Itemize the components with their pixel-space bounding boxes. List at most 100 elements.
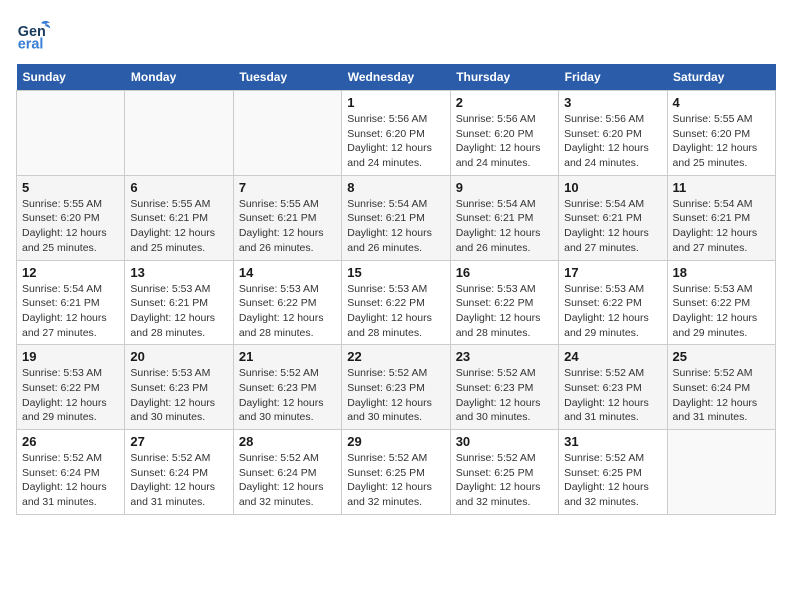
week-row-1: 1 Sunrise: 5:56 AM Sunset: 6:20 PM Daylig… bbox=[17, 91, 776, 176]
calendar-cell: 24 Sunrise: 5:52 AM Sunset: 6:23 PM Dayli… bbox=[559, 345, 667, 430]
calendar-cell: 5 Sunrise: 5:55 AM Sunset: 6:20 PM Daylig… bbox=[17, 175, 125, 260]
day-number: 30 bbox=[456, 434, 553, 449]
weekday-header-row: Sunday Monday Tuesday Wednesday Thursday… bbox=[17, 64, 776, 91]
day-info: Sunrise: 5:55 AM Sunset: 6:20 PM Dayligh… bbox=[673, 112, 770, 171]
day-info: Sunrise: 5:52 AM Sunset: 6:25 PM Dayligh… bbox=[564, 451, 661, 510]
day-number: 5 bbox=[22, 180, 119, 195]
col-saturday: Saturday bbox=[667, 64, 775, 91]
calendar-cell: 23Sunrise: 5:52 AM Sunset: 6:23 PM Dayli… bbox=[450, 345, 558, 430]
day-number: 26 bbox=[22, 434, 119, 449]
day-info: Sunrise: 5:54 AM Sunset: 6:21 PM Dayligh… bbox=[456, 197, 553, 256]
calendar-cell: 6 Sunrise: 5:55 AM Sunset: 6:21 PM Daylig… bbox=[125, 175, 233, 260]
calendar-cell bbox=[17, 91, 125, 176]
day-info: Sunrise: 5:53 AM Sunset: 6:22 PM Dayligh… bbox=[673, 282, 770, 341]
calendar-cell: 13 Sunrise: 5:53 AM Sunset: 6:21 PM Dayli… bbox=[125, 260, 233, 345]
calendar-cell: 4 Sunrise: 5:55 AM Sunset: 6:20 PM Daylig… bbox=[667, 91, 775, 176]
calendar-cell bbox=[667, 430, 775, 515]
calendar-cell: 16Sunrise: 5:53 AM Sunset: 6:22 PM Dayli… bbox=[450, 260, 558, 345]
col-friday: Friday bbox=[559, 64, 667, 91]
logo: Gen eral bbox=[16, 16, 54, 52]
day-number: 21 bbox=[239, 349, 336, 364]
day-number: 8 bbox=[347, 180, 444, 195]
day-number: 13 bbox=[130, 265, 227, 280]
calendar-cell: 30 Sunrise: 5:52 AM Sunset: 6:25 PM Dayli… bbox=[450, 430, 558, 515]
calendar-cell: 22 Sunrise: 5:52 AM Sunset: 6:23 PM Dayli… bbox=[342, 345, 450, 430]
day-number: 18 bbox=[673, 265, 770, 280]
day-info: Sunrise: 5:55 AM Sunset: 6:21 PM Dayligh… bbox=[239, 197, 336, 256]
week-row-4: 19 Sunrise: 5:53 AM Sunset: 6:22 PM Dayli… bbox=[17, 345, 776, 430]
calendar-table: Sunday Monday Tuesday Wednesday Thursday… bbox=[16, 64, 776, 515]
calendar-cell: 29 Sunrise: 5:52 AM Sunset: 6:25 PM Dayli… bbox=[342, 430, 450, 515]
day-number: 7 bbox=[239, 180, 336, 195]
day-number: 14 bbox=[239, 265, 336, 280]
calendar-cell: 10 Sunrise: 5:54 AM Sunset: 6:21 PM Dayli… bbox=[559, 175, 667, 260]
calendar-cell bbox=[125, 91, 233, 176]
day-number: 2 bbox=[456, 95, 553, 110]
day-info: Sunrise: 5:54 AM Sunset: 6:21 PM Dayligh… bbox=[347, 197, 444, 256]
day-info: Sunrise: 5:53 AM Sunset: 6:21 PM Dayligh… bbox=[130, 282, 227, 341]
calendar-cell: 9 Sunrise: 5:54 AM Sunset: 6:21 PM Daylig… bbox=[450, 175, 558, 260]
day-number: 4 bbox=[673, 95, 770, 110]
week-row-3: 12Sunrise: 5:54 AM Sunset: 6:21 PM Dayli… bbox=[17, 260, 776, 345]
day-info: Sunrise: 5:54 AM Sunset: 6:21 PM Dayligh… bbox=[673, 197, 770, 256]
day-number: 1 bbox=[347, 95, 444, 110]
calendar-cell: 11Sunrise: 5:54 AM Sunset: 6:21 PM Dayli… bbox=[667, 175, 775, 260]
calendar-cell: 19 Sunrise: 5:53 AM Sunset: 6:22 PM Dayli… bbox=[17, 345, 125, 430]
calendar-cell: 21 Sunrise: 5:52 AM Sunset: 6:23 PM Dayli… bbox=[233, 345, 341, 430]
day-number: 27 bbox=[130, 434, 227, 449]
calendar-cell: 8 Sunrise: 5:54 AM Sunset: 6:21 PM Daylig… bbox=[342, 175, 450, 260]
calendar-cell: 27 Sunrise: 5:52 AM Sunset: 6:24 PM Dayli… bbox=[125, 430, 233, 515]
day-number: 29 bbox=[347, 434, 444, 449]
day-number: 31 bbox=[564, 434, 661, 449]
calendar-cell bbox=[233, 91, 341, 176]
day-info: Sunrise: 5:56 AM Sunset: 6:20 PM Dayligh… bbox=[456, 112, 553, 171]
calendar-cell: 14 Sunrise: 5:53 AM Sunset: 6:22 PM Dayli… bbox=[233, 260, 341, 345]
calendar-cell: 31 Sunrise: 5:52 AM Sunset: 6:25 PM Dayli… bbox=[559, 430, 667, 515]
day-info: Sunrise: 5:52 AM Sunset: 6:25 PM Dayligh… bbox=[456, 451, 553, 510]
col-sunday: Sunday bbox=[17, 64, 125, 91]
day-info: Sunrise: 5:52 AM Sunset: 6:24 PM Dayligh… bbox=[130, 451, 227, 510]
calendar-cell: 28Sunrise: 5:52 AM Sunset: 6:24 PM Dayli… bbox=[233, 430, 341, 515]
day-number: 10 bbox=[564, 180, 661, 195]
day-info: Sunrise: 5:52 AM Sunset: 6:23 PM Dayligh… bbox=[239, 366, 336, 425]
week-row-2: 5 Sunrise: 5:55 AM Sunset: 6:20 PM Daylig… bbox=[17, 175, 776, 260]
page-header: Gen eral bbox=[16, 16, 776, 52]
day-number: 19 bbox=[22, 349, 119, 364]
day-info: Sunrise: 5:53 AM Sunset: 6:22 PM Dayligh… bbox=[239, 282, 336, 341]
day-info: Sunrise: 5:53 AM Sunset: 6:22 PM Dayligh… bbox=[564, 282, 661, 341]
day-info: Sunrise: 5:52 AM Sunset: 6:24 PM Dayligh… bbox=[239, 451, 336, 510]
day-info: Sunrise: 5:52 AM Sunset: 6:24 PM Dayligh… bbox=[22, 451, 119, 510]
day-info: Sunrise: 5:52 AM Sunset: 6:25 PM Dayligh… bbox=[347, 451, 444, 510]
day-number: 6 bbox=[130, 180, 227, 195]
day-info: Sunrise: 5:52 AM Sunset: 6:23 PM Dayligh… bbox=[347, 366, 444, 425]
day-number: 24 bbox=[564, 349, 661, 364]
calendar-cell: 2 Sunrise: 5:56 AM Sunset: 6:20 PM Daylig… bbox=[450, 91, 558, 176]
calendar-cell: 12Sunrise: 5:54 AM Sunset: 6:21 PM Dayli… bbox=[17, 260, 125, 345]
calendar-cell: 7 Sunrise: 5:55 AM Sunset: 6:21 PM Daylig… bbox=[233, 175, 341, 260]
day-info: Sunrise: 5:53 AM Sunset: 6:22 PM Dayligh… bbox=[347, 282, 444, 341]
col-monday: Monday bbox=[125, 64, 233, 91]
day-info: Sunrise: 5:55 AM Sunset: 6:20 PM Dayligh… bbox=[22, 197, 119, 256]
calendar-cell: 3 Sunrise: 5:56 AM Sunset: 6:20 PM Daylig… bbox=[559, 91, 667, 176]
logo-icon: Gen eral bbox=[16, 16, 52, 52]
day-info: Sunrise: 5:54 AM Sunset: 6:21 PM Dayligh… bbox=[564, 197, 661, 256]
day-info: Sunrise: 5:55 AM Sunset: 6:21 PM Dayligh… bbox=[130, 197, 227, 256]
day-number: 22 bbox=[347, 349, 444, 364]
day-info: Sunrise: 5:53 AM Sunset: 6:23 PM Dayligh… bbox=[130, 366, 227, 425]
day-number: 25 bbox=[673, 349, 770, 364]
day-number: 9 bbox=[456, 180, 553, 195]
day-info: Sunrise: 5:53 AM Sunset: 6:22 PM Dayligh… bbox=[22, 366, 119, 425]
day-info: Sunrise: 5:52 AM Sunset: 6:23 PM Dayligh… bbox=[564, 366, 661, 425]
day-info: Sunrise: 5:56 AM Sunset: 6:20 PM Dayligh… bbox=[564, 112, 661, 171]
day-number: 15 bbox=[347, 265, 444, 280]
col-thursday: Thursday bbox=[450, 64, 558, 91]
calendar-cell: 25 Sunrise: 5:52 AM Sunset: 6:24 PM Dayli… bbox=[667, 345, 775, 430]
week-row-5: 26 Sunrise: 5:52 AM Sunset: 6:24 PM Dayli… bbox=[17, 430, 776, 515]
day-number: 16 bbox=[456, 265, 553, 280]
calendar-cell: 1 Sunrise: 5:56 AM Sunset: 6:20 PM Daylig… bbox=[342, 91, 450, 176]
day-info: Sunrise: 5:56 AM Sunset: 6:20 PM Dayligh… bbox=[347, 112, 444, 171]
svg-text:eral: eral bbox=[18, 36, 44, 52]
calendar-cell: 20Sunrise: 5:53 AM Sunset: 6:23 PM Dayli… bbox=[125, 345, 233, 430]
day-number: 3 bbox=[564, 95, 661, 110]
day-info: Sunrise: 5:52 AM Sunset: 6:24 PM Dayligh… bbox=[673, 366, 770, 425]
